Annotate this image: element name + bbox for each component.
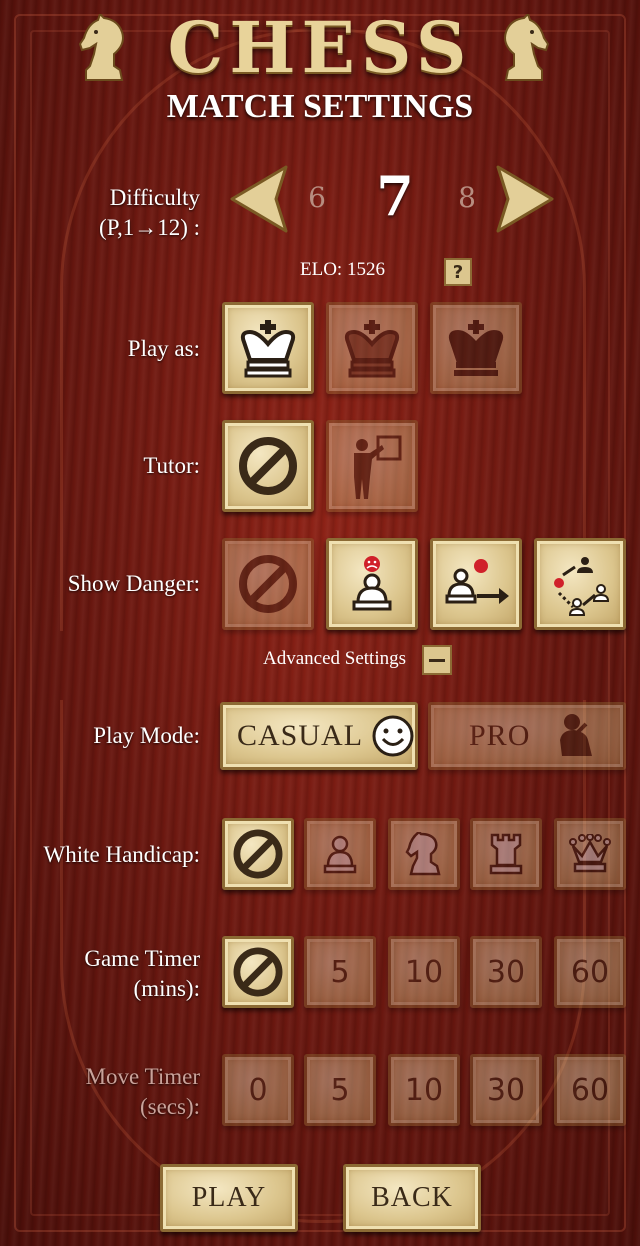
danger-piece-icon — [352, 556, 392, 611]
queen-icon — [569, 834, 611, 873]
show-danger-piece-button[interactable] — [326, 538, 418, 630]
difficulty-label: Difficulty (P,1→12) : — [99, 183, 200, 243]
move-timer-60-button[interactable]: 60 — [554, 1054, 626, 1126]
tutor-label: Tutor: — [143, 453, 200, 478]
none-icon — [239, 555, 297, 613]
difficulty-increase-arrow-icon[interactable] — [494, 163, 556, 235]
rook-icon — [489, 833, 523, 875]
back-button[interactable]: BACK — [343, 1164, 481, 1232]
tutor-icon — [354, 435, 402, 499]
move-timer-label: Move Timer (secs): — [86, 1062, 200, 1122]
show-danger-label: Show Danger: — [67, 571, 200, 596]
tutor-on-button[interactable] — [326, 420, 418, 512]
elo-help-button[interactable]: ? — [444, 258, 472, 286]
play-button-label: PLAY — [191, 1182, 267, 1213]
advanced-settings-label: Advanced Settings — [262, 648, 406, 669]
game-timer-60-label: 60 — [570, 954, 610, 990]
tutor-off-button[interactable] — [222, 420, 314, 512]
move-timer-0-button[interactable]: 0 — [222, 1054, 294, 1126]
none-icon — [233, 829, 283, 879]
advanced-settings-collapse-button[interactable] — [422, 645, 452, 675]
play-as-white-button[interactable] — [222, 302, 314, 394]
smiley-icon — [372, 715, 414, 757]
minus-icon — [429, 658, 445, 662]
game-timer-5-button[interactable]: 5 — [304, 936, 376, 1008]
game-timer-10-button[interactable]: 10 — [388, 936, 460, 1008]
move-timer-30-label: 30 — [486, 1072, 526, 1108]
move-timer-0-label: 0 — [248, 1072, 268, 1108]
difficulty-decrease-arrow-icon[interactable] — [228, 163, 290, 235]
white-handicap-label: White Handicap: — [43, 842, 200, 867]
white-king-icon — [240, 320, 296, 378]
play-mode-pro-button[interactable]: PRO — [428, 702, 626, 770]
elo-rating: ELO: 1526 — [300, 259, 385, 280]
game-timer-label-line1: Game Timer — [84, 946, 200, 971]
difficulty-label-line1: Difficulty — [109, 185, 200, 210]
game-timer-30-button[interactable]: 30 — [470, 936, 542, 1008]
page-subtitle: MATCH SETTINGS — [166, 88, 474, 125]
play-as-label: Play as: — [127, 336, 200, 361]
game-timer-label: Game Timer (mins): — [84, 944, 200, 1004]
back-button-label: BACK — [371, 1182, 453, 1213]
game-timer-none-button[interactable] — [222, 936, 294, 1008]
black-king-icon — [448, 320, 504, 376]
game-timer-5-label: 5 — [330, 954, 350, 990]
show-danger-all-button[interactable] — [534, 538, 626, 630]
move-timer-10-button[interactable]: 10 — [388, 1054, 460, 1126]
page-title: CHESS — [167, 6, 473, 89]
play-as-black-button[interactable] — [430, 302, 522, 394]
danger-all-icon — [554, 557, 610, 616]
handicap-rook-button[interactable] — [470, 818, 542, 890]
move-timer-label-line1: Move Timer — [85, 1064, 200, 1089]
difficulty-previous-value: 6 — [308, 181, 326, 214]
play-mode-label: Play Mode: — [93, 723, 200, 748]
pawn-icon — [323, 835, 357, 874]
handicap-none-button[interactable] — [222, 818, 294, 890]
handicap-queen-button[interactable] — [554, 818, 626, 890]
casual-label: CASUAL — [237, 719, 364, 752]
move-timer-5-button[interactable]: 5 — [304, 1054, 376, 1126]
header: CHESS MATCH SETTINGS — [0, 0, 640, 130]
pro-label: PRO — [469, 719, 531, 752]
thinker-icon — [560, 714, 593, 756]
move-timer-10-label: 10 — [404, 1072, 444, 1108]
move-timer-label-line2: (secs): — [139, 1094, 200, 1119]
play-as-random-button[interactable] — [326, 302, 418, 394]
knight-icon — [405, 832, 441, 876]
game-timer-30-label: 30 — [486, 954, 526, 990]
difficulty-next-value: 8 — [458, 181, 476, 214]
game-timer-60-button[interactable]: 60 — [554, 936, 626, 1008]
danger-move-icon — [445, 559, 509, 604]
difficulty-current-value: 7 — [376, 164, 414, 228]
none-icon — [233, 947, 283, 997]
show-danger-move-button[interactable] — [430, 538, 522, 630]
game-timer-10-label: 10 — [404, 954, 444, 990]
move-timer-5-label: 5 — [330, 1072, 350, 1108]
move-timer-60-label: 60 — [570, 1072, 610, 1108]
handicap-pawn-button[interactable] — [304, 818, 376, 890]
handicap-knight-button[interactable] — [388, 818, 460, 890]
play-mode-casual-button[interactable]: CASUAL — [220, 702, 418, 770]
random-king-icon — [344, 320, 400, 378]
show-danger-off-button[interactable] — [222, 538, 314, 630]
none-icon — [239, 437, 297, 495]
play-button[interactable]: PLAY — [160, 1164, 298, 1232]
move-timer-30-button[interactable]: 30 — [470, 1054, 542, 1126]
game-timer-label-line2: (mins): — [133, 976, 200, 1001]
difficulty-label-line2: (P,1→12) : — [99, 215, 200, 240]
